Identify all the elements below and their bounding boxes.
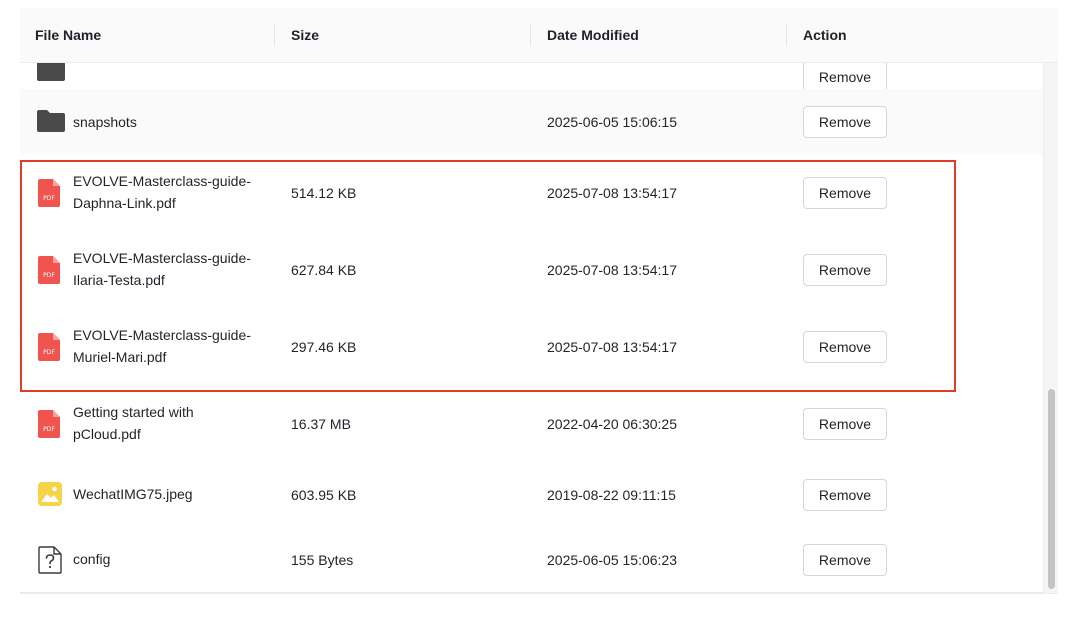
file-name[interactable]: WechatIMG75.jpeg — [73, 483, 273, 505]
file-date: 2019-08-22 09:11:15 — [547, 487, 676, 503]
table-row[interactable]: snapshots 2025-06-05 15:06:15 Remove — [20, 89, 1043, 155]
table-row[interactable]: PDF EVOLVE-Masterclass-guide-Muriel-Mari… — [20, 308, 1043, 386]
table-row[interactable]: PDF EVOLVE-Masterclass-guide-Daphna-Link… — [20, 154, 1043, 232]
file-size: 155 Bytes — [291, 552, 354, 568]
remove-button[interactable]: Remove — [803, 177, 887, 209]
remove-button[interactable]: Remove — [803, 331, 887, 363]
svg-text:PDF: PDF — [43, 349, 55, 356]
column-header-date-modified[interactable]: Date Modified — [547, 8, 639, 62]
table-header: File Name Size Date Modified Action — [20, 8, 1058, 63]
folder-icon — [36, 109, 66, 138]
table-row[interactable]: PDF Getting started with pCloud.pdf 16.3… — [20, 385, 1043, 463]
remove-button[interactable]: Remove — [803, 544, 887, 576]
file-name[interactable]: EVOLVE-Masterclass-guide-Muriel-Mari.pdf — [73, 324, 273, 368]
file-name[interactable]: EVOLVE-Masterclass-guide-Daphna-Link.pdf — [73, 170, 273, 214]
column-divider[interactable] — [786, 24, 787, 46]
table-row[interactable]: WechatIMG75.jpeg 603.95 KB 2019-08-22 09… — [20, 462, 1043, 528]
column-header-size[interactable]: Size — [291, 8, 319, 62]
file-date: 2022-04-20 06:30:25 — [547, 416, 677, 432]
remove-button[interactable]: Remove — [803, 254, 887, 286]
column-header-action: Action — [803, 27, 847, 43]
file-size: 297.46 KB — [291, 339, 357, 355]
file-date: 2025-06-05 15:06:15 — [547, 114, 677, 130]
column-divider[interactable] — [274, 24, 275, 46]
column-header-file-name[interactable]: File Name — [35, 8, 101, 62]
pdf-file-icon: PDF — [38, 410, 60, 443]
pdf-file-icon: PDF — [38, 256, 60, 289]
remove-button[interactable]: Remove — [803, 479, 887, 511]
file-size: 603.95 KB — [291, 487, 357, 503]
svg-text:PDF: PDF — [43, 272, 55, 279]
table-row[interactable]: config 155 Bytes 2025-06-05 15:06:23 Rem… — [20, 527, 1043, 593]
file-name[interactable]: Getting started with pCloud.pdf — [73, 401, 253, 445]
file-manager-page: Remove snapshots 2025-06-05 15:06:15 Rem… — [0, 0, 1079, 620]
unknown-file-icon — [38, 546, 62, 579]
file-table-body: Remove snapshots 2025-06-05 15:06:15 Rem… — [20, 8, 1043, 593]
vertical-scrollbar[interactable] — [1043, 62, 1058, 593]
column-divider[interactable] — [530, 24, 531, 46]
pdf-file-icon: PDF — [38, 333, 60, 366]
pdf-file-icon: PDF — [38, 179, 60, 212]
file-table: Remove snapshots 2025-06-05 15:06:15 Rem… — [20, 8, 1058, 594]
file-date: 2025-06-05 15:06:23 — [547, 552, 677, 568]
svg-text:PDF: PDF — [43, 426, 55, 433]
file-date: 2025-07-08 13:54:17 — [547, 339, 677, 355]
file-name[interactable]: config — [73, 548, 273, 570]
file-size: 514.12 KB — [291, 185, 357, 201]
svg-text:PDF: PDF — [43, 195, 55, 202]
remove-button[interactable]: Remove — [803, 106, 887, 138]
file-name[interactable]: snapshots — [73, 111, 273, 133]
file-date: 2025-07-08 13:54:17 — [547, 262, 677, 278]
file-date: 2025-07-08 13:54:17 — [547, 185, 677, 201]
file-name[interactable]: EVOLVE-Masterclass-guide-Ilaria-Testa.pd… — [73, 247, 273, 291]
file-size: 627.84 KB — [291, 262, 357, 278]
remove-button[interactable]: Remove — [803, 408, 887, 440]
scrollbar-thumb[interactable] — [1048, 389, 1055, 589]
file-size: 16.37 MB — [291, 416, 351, 432]
table-row[interactable]: PDF EVOLVE-Masterclass-guide-Ilaria-Test… — [20, 231, 1043, 309]
image-file-icon — [38, 482, 62, 511]
